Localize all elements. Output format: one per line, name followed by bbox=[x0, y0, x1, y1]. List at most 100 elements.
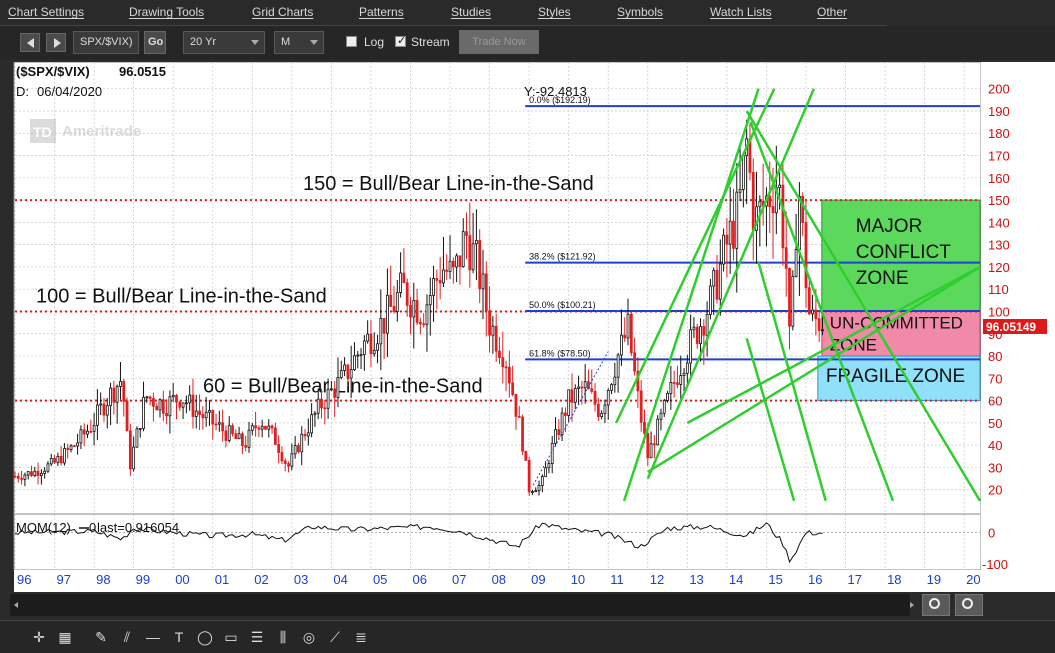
ellipse-icon[interactable]: ◯ bbox=[196, 629, 214, 645]
fibonacci-icon[interactable]: ☰ bbox=[248, 629, 266, 645]
candle-body bbox=[511, 382, 515, 395]
horizontal-line-icon[interactable]: — bbox=[144, 629, 162, 645]
candle-body bbox=[494, 325, 498, 352]
interval-select[interactable]: M bbox=[274, 31, 324, 54]
y-tick-label: 150 bbox=[988, 193, 1010, 208]
momentum-label: MOM(12) bbox=[16, 520, 71, 535]
x-tick-label: 17 bbox=[848, 572, 862, 587]
candle-body bbox=[514, 394, 518, 417]
x-tick-label: 00 bbox=[175, 572, 189, 587]
zoom-out-button[interactable] bbox=[955, 594, 983, 616]
candle-body bbox=[155, 405, 159, 411]
candle-body bbox=[13, 475, 17, 478]
trade-now-button[interactable]: Trade Now bbox=[459, 30, 539, 54]
parallel-lines-icon[interactable]: ⫽ bbox=[118, 629, 136, 645]
candle-body bbox=[801, 195, 805, 223]
candle-body bbox=[128, 430, 132, 470]
back-button[interactable] bbox=[20, 33, 40, 52]
candle-body bbox=[540, 476, 544, 486]
x-tick-label: 02 bbox=[254, 572, 268, 587]
menu-drawing-tools[interactable]: Drawing Tools bbox=[129, 5, 204, 19]
toolbar: SPX/$VIX) Go 20 Yr M Log ✓ Stream Trade … bbox=[0, 26, 1055, 60]
scroll-left-icon[interactable] bbox=[14, 602, 18, 608]
candle-body bbox=[821, 329, 824, 332]
y-tick-label: 180 bbox=[988, 126, 1010, 141]
grid-icon[interactable]: ▦ bbox=[56, 629, 74, 645]
candle-body bbox=[194, 410, 198, 417]
list-icon[interactable]: ≣ bbox=[352, 629, 370, 645]
text-icon[interactable]: T bbox=[170, 629, 188, 645]
chart-svg[interactable]: MAJORCONFLICTZONEUN-COMMITTEDZONEFRAGILE… bbox=[10, 61, 1055, 592]
candle-body bbox=[168, 396, 172, 417]
symbol-input[interactable]: SPX/$VIX) bbox=[73, 31, 139, 54]
candle-body bbox=[277, 444, 281, 453]
fan-icon[interactable]: ⟋ bbox=[326, 629, 344, 645]
last-value-badge-text: 96.05149 bbox=[986, 320, 1036, 334]
candle-body bbox=[330, 388, 333, 391]
candle-body bbox=[432, 278, 435, 296]
menu-bar: Chart Settings Drawing Tools Grid Charts… bbox=[0, 0, 887, 26]
chart-scrollbar[interactable] bbox=[10, 594, 914, 616]
zone-label: ZONE bbox=[856, 268, 909, 289]
range-select[interactable]: 20 Yr bbox=[183, 31, 265, 54]
candle-body bbox=[646, 432, 650, 459]
candle-body bbox=[771, 206, 775, 214]
candle-body bbox=[287, 463, 290, 467]
menu-chart-settings[interactable]: Chart Settings bbox=[8, 5, 84, 19]
y-tick-label: 160 bbox=[988, 171, 1010, 186]
candle-body bbox=[798, 195, 801, 250]
candle-body bbox=[603, 404, 607, 414]
zoom-in-button[interactable] bbox=[922, 594, 950, 616]
forward-button[interactable] bbox=[46, 33, 66, 52]
x-tick-label: 99 bbox=[136, 572, 150, 587]
candle-body bbox=[119, 380, 122, 387]
fib-label: 61.8% ($78.50) bbox=[529, 348, 591, 358]
x-tick-label: 09 bbox=[531, 572, 545, 587]
bull-bear-label: 100 = Bull/Bear Line-in-the-Sand bbox=[36, 285, 327, 307]
go-button[interactable]: Go bbox=[144, 31, 166, 54]
candle-body bbox=[438, 280, 442, 284]
candle-body bbox=[297, 445, 300, 453]
pencil-icon[interactable]: ✎ bbox=[92, 629, 110, 645]
candle-body bbox=[82, 429, 86, 435]
candle-body bbox=[478, 240, 482, 290]
candle-body bbox=[422, 323, 426, 326]
log-checkbox[interactable] bbox=[346, 36, 357, 47]
candle-body bbox=[679, 375, 683, 385]
menu-styles[interactable]: Styles bbox=[538, 5, 571, 19]
candle-body bbox=[804, 222, 808, 289]
menu-studies[interactable]: Studies bbox=[451, 5, 491, 19]
menu-other[interactable]: Other bbox=[817, 5, 847, 19]
x-tick-label: 18 bbox=[887, 572, 901, 587]
candle-body bbox=[63, 448, 66, 464]
menu-grid-charts[interactable]: Grid Charts bbox=[252, 5, 313, 19]
candle-body bbox=[689, 329, 693, 364]
menu-patterns[interactable]: Patterns bbox=[359, 5, 404, 19]
scroll-right-icon[interactable] bbox=[910, 602, 914, 608]
menu-watch-lists[interactable]: Watch Lists bbox=[710, 5, 772, 19]
candle-body bbox=[676, 382, 679, 385]
candle-body bbox=[161, 399, 165, 414]
gann-fan-icon[interactable]: ⫼ bbox=[274, 629, 292, 645]
candle-body bbox=[580, 386, 584, 389]
candle-body bbox=[217, 422, 221, 425]
rectangle-icon[interactable]: ▭ bbox=[222, 629, 240, 645]
menu-symbols[interactable]: Symbols bbox=[617, 5, 663, 19]
candle-body bbox=[465, 231, 468, 236]
candle-body bbox=[643, 421, 646, 434]
stream-checkbox[interactable]: ✓ bbox=[395, 35, 406, 47]
candle-body bbox=[184, 402, 188, 405]
cycle-icon[interactable]: ◎ bbox=[300, 629, 318, 645]
zone-label: MAJOR bbox=[856, 216, 923, 237]
candle-body bbox=[662, 400, 666, 414]
candle-body bbox=[264, 425, 267, 430]
candle-body bbox=[811, 309, 814, 315]
candle-body bbox=[69, 445, 73, 450]
candle-body bbox=[145, 396, 149, 399]
crosshair-icon[interactable]: ✛ bbox=[30, 629, 48, 645]
candle-body bbox=[475, 240, 478, 245]
candle-body bbox=[741, 155, 745, 190]
candle-body bbox=[544, 467, 548, 477]
candle-body bbox=[267, 425, 271, 430]
candle-body bbox=[333, 388, 337, 398]
